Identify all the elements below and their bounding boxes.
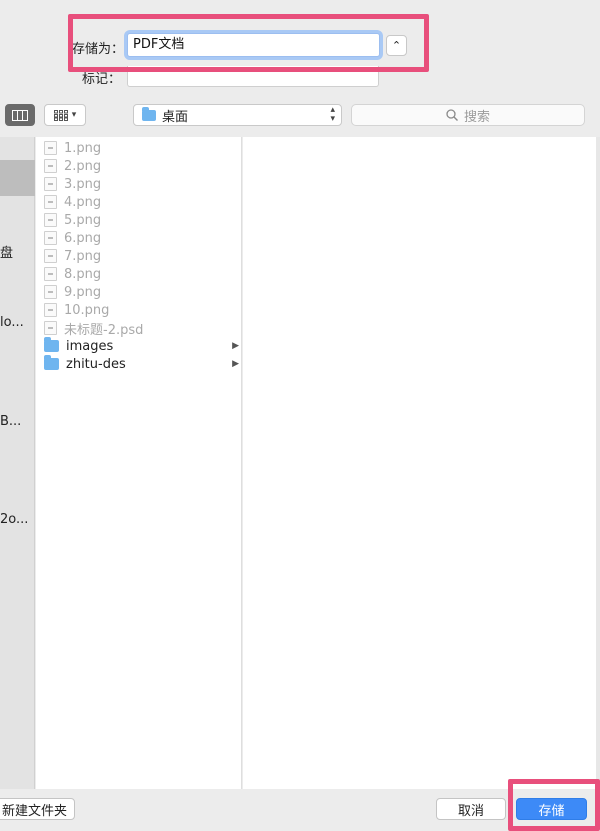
image-file-icon — [44, 285, 57, 299]
file-name: 未标题-2.psd — [64, 322, 144, 338]
filename-highlight-box — [68, 14, 429, 72]
image-file-icon — [44, 303, 57, 317]
updown-chevron-icon: ▴ ▾ — [330, 105, 335, 124]
chevron-down-icon: ▾ — [71, 110, 77, 120]
grid-icon — [53, 109, 68, 121]
folder-icon — [44, 355, 59, 370]
file-row: 5.png — [36, 211, 242, 229]
sidebar-item-4[interactable]: 2o... — [0, 512, 28, 527]
file-name: 3.png — [64, 176, 102, 192]
sidebar — [0, 137, 35, 789]
file-name: 5.png — [64, 212, 102, 228]
image-file-icon — [44, 231, 57, 245]
folder-icon — [142, 106, 156, 121]
image-file-icon — [44, 267, 57, 281]
disclosure-arrow-icon: ▶ — [232, 359, 239, 369]
file-row: 6.png — [36, 229, 242, 247]
sidebar-item-3[interactable]: B... — [0, 414, 21, 429]
file-row: 8.png — [36, 265, 242, 283]
folder-name: zhitu-des — [66, 356, 126, 372]
file-name: 9.png — [64, 284, 102, 300]
file-name: 8.png — [64, 266, 102, 282]
image-file-icon — [44, 213, 57, 227]
location-label: 桌面 — [162, 109, 189, 125]
new-folder-button[interactable]: 新建文件夹 — [0, 798, 75, 820]
folder-icon — [44, 337, 59, 352]
image-file-icon — [44, 159, 57, 173]
file-name: 2.png — [64, 158, 102, 174]
file-name: 7.png — [64, 248, 102, 264]
image-file-icon — [44, 177, 57, 191]
file-row: 1.png — [36, 139, 242, 157]
folder-row-zhitu-des[interactable]: zhitu-des ▶ — [36, 355, 242, 373]
search-input[interactable]: 搜索 — [351, 104, 585, 126]
file-name: 6.png — [64, 230, 102, 246]
search-icon — [446, 109, 458, 121]
disclosure-arrow-icon: ▶ — [232, 341, 239, 351]
image-file-icon — [44, 141, 57, 155]
image-file-icon — [44, 195, 57, 209]
location-popup[interactable]: 桌面 ▴ ▾ — [133, 104, 342, 126]
psd-file-icon — [44, 321, 57, 335]
save-button-highlight-box — [508, 779, 600, 831]
file-column: 1.png 2.png 3.png 4.png 5.png 6.png 7.pn… — [36, 137, 242, 789]
file-row: 3.png — [36, 175, 242, 193]
cancel-button[interactable]: 取消 — [436, 798, 506, 820]
sidebar-item-1[interactable]: 盘 — [0, 242, 13, 261]
file-name: 4.png — [64, 194, 102, 210]
file-name: 10.png — [64, 302, 110, 318]
columns-icon — [12, 109, 28, 121]
preview-column — [243, 137, 600, 789]
folder-row-images[interactable]: images ▶ — [36, 337, 242, 355]
file-row: 2.png — [36, 157, 242, 175]
sidebar-selected-item[interactable] — [0, 160, 35, 196]
search-placeholder: 搜索 — [463, 109, 490, 125]
icon-view-menu-button[interactable]: ▾ — [44, 104, 86, 126]
scrollbar[interactable] — [596, 137, 600, 789]
sidebar-item-2[interactable]: lo... — [0, 315, 24, 330]
file-row: 10.png — [36, 301, 242, 319]
folder-name: images — [66, 338, 114, 354]
file-name: 1.png — [64, 140, 102, 156]
file-row: 未标题-2.psd — [36, 319, 242, 338]
file-row: 9.png — [36, 283, 242, 301]
file-row: 7.png — [36, 247, 242, 265]
column-view-button[interactable] — [5, 104, 35, 126]
file-row: 4.png — [36, 193, 242, 211]
image-file-icon — [44, 249, 57, 263]
